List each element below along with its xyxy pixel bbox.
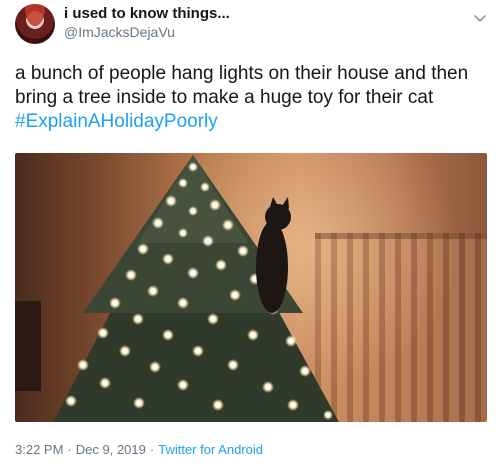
- avatar[interactable]: [15, 4, 55, 44]
- tweet: i used to know things... @ImJacksDejaVu …: [0, 0, 500, 469]
- tweet-meta: 3:22 PM · Dec 9, 2019 · Twitter for Android: [15, 441, 263, 459]
- tweet-time[interactable]: 3:22 PM: [15, 442, 63, 457]
- display-name[interactable]: i used to know things...: [64, 5, 230, 23]
- user-handle[interactable]: @ImJacksDejaVu: [64, 23, 230, 41]
- hashtag-link[interactable]: #ExplainAHolidayPoorly: [15, 110, 485, 134]
- tweet-date[interactable]: Dec 9, 2019: [76, 442, 146, 457]
- christmas-tree: [53, 155, 339, 422]
- cat: [256, 197, 291, 313]
- picture-frame: [15, 301, 41, 391]
- separator: ·: [67, 442, 72, 457]
- author-info[interactable]: i used to know things... @ImJacksDejaVu: [64, 5, 230, 41]
- tweet-text-line: a bunch of people hang lights on their h…: [15, 63, 469, 84]
- tweet-media-video[interactable]: [15, 153, 487, 422]
- tweet-text: a bunch of people hang lights on their h…: [15, 62, 485, 134]
- tweet-text-line: bring a tree inside to make a huge toy f…: [15, 87, 434, 108]
- separator: ·: [149, 442, 155, 457]
- chevron-down-icon[interactable]: [472, 10, 488, 26]
- tweet-source-link[interactable]: Twitter for Android: [158, 442, 263, 457]
